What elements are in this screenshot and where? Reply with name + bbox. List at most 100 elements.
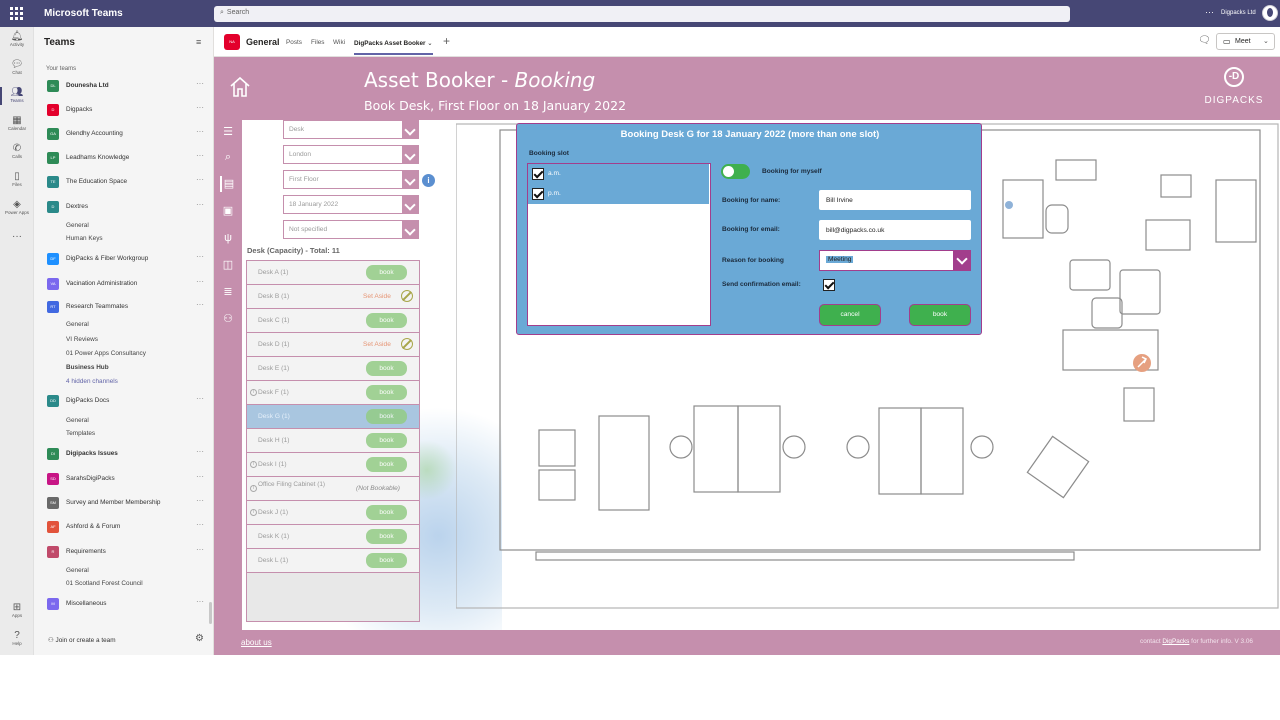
desk-row[interactable]: i Desk I (1) book: [247, 453, 419, 477]
desk-row[interactable]: Desk H (1) book: [247, 429, 419, 453]
chevron-down-icon[interactable]: [402, 170, 419, 189]
channel-item[interactable]: 01 Power Apps Consultancy: [66, 350, 146, 357]
book-button[interactable]: book: [366, 313, 407, 328]
rail-item-calls[interactable]: ✆ Calls: [0, 143, 34, 160]
rail-item-chat[interactable]: 💬︎ Chat: [0, 59, 34, 76]
about-us-link[interactable]: about us: [241, 638, 272, 647]
team-item[interactable]: DI Digipacks Issues ···: [47, 447, 207, 461]
rail-item-more[interactable]: ···: [0, 231, 34, 242]
team-item[interactable]: M Miscellaneous ···: [47, 597, 207, 611]
team-item[interactable]: GA Glendhy Accounting ···: [47, 127, 207, 141]
rail-item-files[interactable]: ▯ Files: [0, 171, 34, 188]
desk-row[interactable]: Desk E (1) book: [247, 357, 419, 381]
report-icon[interactable]: ◫: [220, 257, 236, 273]
info-icon[interactable]: i: [422, 174, 435, 187]
rail-item-power-apps[interactable]: ◈ Power Apps: [0, 199, 34, 216]
info-icon[interactable]: i: [250, 461, 257, 468]
app-launcher-icon[interactable]: [10, 7, 23, 20]
book-button[interactable]: book: [366, 529, 407, 544]
gear-icon[interactable]: ⚙: [195, 633, 204, 644]
chevron-down-icon[interactable]: ⌄: [1263, 37, 1269, 45]
more-options-icon[interactable]: ···: [196, 520, 204, 529]
chevron-down-icon[interactable]: [402, 220, 419, 239]
channel-item[interactable]: General: [66, 321, 89, 328]
more-options-icon[interactable]: ···: [196, 200, 204, 209]
more-options-icon[interactable]: ···: [196, 545, 204, 554]
team-item[interactable]: SD SarahsDigiPacks ···: [47, 472, 207, 486]
book-button[interactable]: book: [366, 265, 407, 280]
chevron-down-icon[interactable]: [402, 120, 419, 139]
team-item[interactable]: AF Ashford & & Forum ···: [47, 520, 207, 534]
channel-item[interactable]: Templates: [66, 430, 95, 437]
team-item[interactable]: DF DigPacks & Fiber Workgroup ···: [47, 252, 207, 266]
filter-icon[interactable]: ≡: [196, 37, 201, 47]
search-icon[interactable]: ⌕: [220, 149, 236, 165]
more-options-icon[interactable]: ···: [196, 103, 204, 112]
search-input[interactable]: ⌕ Search: [214, 6, 1070, 22]
team-item[interactable]: D Digpacks ···: [47, 103, 207, 117]
team-item[interactable]: VA Vacination Administration ···: [47, 277, 207, 291]
confirmation-email-checkbox[interactable]: [823, 279, 835, 291]
tab-files[interactable]: Files: [311, 39, 325, 46]
desk-row[interactable]: i Desk J (1) book: [247, 501, 419, 525]
tab-wiki[interactable]: Wiki: [333, 39, 345, 46]
book-button[interactable]: book: [366, 505, 407, 520]
desk-row[interactable]: Desk L (1) book: [247, 549, 419, 573]
more-options-icon[interactable]: ···: [196, 496, 204, 505]
channel-item[interactable]: 01 Scotland Forest Council: [66, 580, 143, 587]
booking-for-myself-toggle[interactable]: [721, 164, 750, 179]
cancel-button[interactable]: cancel: [819, 304, 881, 326]
book-button[interactable]: book: [366, 385, 407, 400]
hidden-channels-link[interactable]: 4 hidden channels: [66, 378, 118, 385]
slot-item-am[interactable]: a.m.: [528, 164, 709, 184]
info-icon[interactable]: i: [250, 389, 257, 396]
people-icon[interactable]: ⚇: [220, 311, 236, 327]
home-icon[interactable]: [228, 75, 252, 99]
rail-item-apps[interactable]: ⊞ Apps: [0, 602, 34, 619]
team-item[interactable]: SM Survey and Member Membership ···: [47, 496, 207, 510]
channel-item[interactable]: General: [66, 417, 89, 424]
chevron-down-icon[interactable]: [402, 195, 419, 214]
scrollbar[interactable]: [209, 602, 212, 624]
more-options-icon[interactable]: ···: [196, 79, 204, 88]
more-options-icon[interactable]: ···: [196, 252, 204, 261]
email-field[interactable]: bill@digpacks.co.uk: [819, 220, 971, 240]
where-dropdown[interactable]: London: [283, 145, 419, 164]
what-dropdown[interactable]: Desk: [283, 120, 419, 139]
channel-item[interactable]: General: [66, 567, 89, 574]
desk-row[interactable]: Desk D (1) Set Aside: [247, 333, 419, 357]
rail-item-activity[interactable]: 🔔︎ Activity: [0, 31, 34, 48]
name-field[interactable]: Bill Irvine: [819, 190, 971, 210]
desk-row[interactable]: Desk K (1) book: [247, 525, 419, 549]
rail-item-help[interactable]: ? Help: [0, 630, 34, 647]
slot-item-pm[interactable]: p.m.: [528, 184, 709, 204]
conversation-icon[interactable]: 🗨︎: [1198, 35, 1211, 46]
team-item[interactable]: TE The Education Space ···: [47, 175, 207, 189]
desk-row[interactable]: i Desk F (1) book: [247, 381, 419, 405]
channel-item[interactable]: General: [66, 222, 89, 229]
channel-item[interactable]: Business Hub: [66, 364, 109, 371]
more-options-icon[interactable]: ···: [196, 127, 204, 136]
book-button[interactable]: book: [366, 409, 407, 424]
rail-item-calendar[interactable]: ▦ Calendar: [0, 115, 34, 132]
rail-item-teams[interactable]: 👥︎ Teams: [0, 87, 34, 105]
team-item[interactable]: LP Leadhams Knowledge ···: [47, 151, 207, 165]
date-picker[interactable]: 18 January 2022: [283, 195, 419, 214]
more-options-icon[interactable]: ···: [196, 597, 204, 606]
join-or-create-team-button[interactable]: ⚇ Join or create a team: [48, 636, 116, 644]
menu-icon[interactable]: ☰: [220, 124, 236, 140]
team-item[interactable]: D Dextres ···: [47, 200, 207, 214]
book-button[interactable]: book: [909, 304, 971, 326]
channel-item[interactable]: Human Keys: [66, 235, 103, 242]
list-icon[interactable]: ≣: [220, 284, 236, 300]
info-icon[interactable]: i: [250, 485, 257, 492]
slot-checkbox[interactable]: [532, 168, 544, 180]
more-options-icon[interactable]: ···: [196, 277, 204, 286]
calendar-icon[interactable]: ▤: [220, 176, 236, 192]
slot-dropdown[interactable]: Not specified: [283, 220, 419, 239]
team-item[interactable]: R Requirements ···: [47, 545, 207, 559]
book-button[interactable]: book: [366, 457, 407, 472]
team-item[interactable]: DD DigPacks Docs ···: [47, 394, 207, 408]
booking-icon[interactable]: ▣: [220, 203, 236, 219]
more-options-icon[interactable]: ···: [196, 447, 204, 456]
